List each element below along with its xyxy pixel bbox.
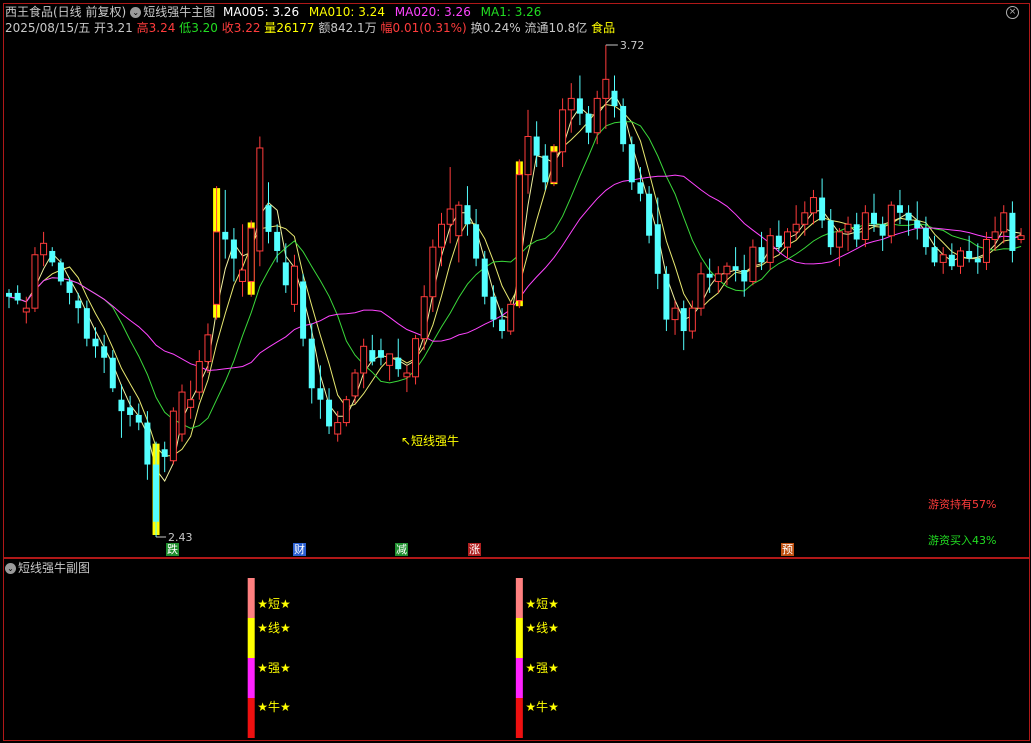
open-label: 开 (94, 21, 107, 35)
close-label: 收 (221, 21, 234, 35)
chevron-down-icon[interactable]: ⌄ (130, 7, 142, 18)
signal-segment (515, 698, 523, 738)
signal-label: ★牛★ (257, 699, 291, 714)
low-label: 低 (179, 21, 192, 35)
ma1-value: MA1: 3.26 (480, 5, 542, 19)
close-value: 3.22 (233, 21, 261, 35)
event-tag-up[interactable]: 涨 (468, 543, 481, 556)
low-value: 3.20 (191, 21, 218, 35)
float-cap-value: 流通10.8亿 (524, 21, 588, 35)
high-value: 3.24 (148, 21, 176, 35)
hot-money-hold: 游资持有57% (928, 498, 997, 511)
event-tag-forecast[interactable]: 预 (781, 543, 794, 556)
sub-chart-title[interactable]: 短线强牛副图 (18, 561, 90, 575)
signal-segment (247, 658, 255, 698)
open-value: 3.21 (106, 21, 133, 35)
turnover-value: 换0.24% (470, 21, 521, 35)
signal-label: ★短★ (525, 597, 559, 611)
ma005-value: MA005: 3.26 (223, 5, 300, 19)
header-line-2: 2025/08/15/五 开3.21 高3.24 低3.20 收3.22 量26… (5, 21, 615, 35)
signal-label: ★强★ (525, 661, 559, 675)
signal-label: ★线★ (257, 621, 291, 635)
signal-segment (515, 618, 523, 658)
stock-title[interactable]: 西王食品(日线 前复权) (5, 5, 126, 19)
sector-value[interactable]: 食品 (591, 21, 615, 35)
signal-label: ★线★ (525, 621, 559, 635)
signal-segment (515, 578, 523, 618)
signal-segment (247, 698, 255, 738)
event-tag-down[interactable]: 跌 (166, 543, 179, 556)
volume-label: 量 (264, 21, 277, 35)
hot-money-buy: 游资买入43% (928, 534, 997, 547)
signal-annotation: ↖短线强牛 (401, 434, 460, 448)
high-label: 高 (136, 21, 149, 35)
ma020-value: MA020: 3.26 (394, 5, 471, 19)
event-tag-finance[interactable]: 财 (293, 543, 306, 556)
close-icon[interactable]: × (1006, 6, 1019, 19)
signal-label: ★短★ (257, 597, 291, 611)
amount-value: 额842.1万 (318, 21, 377, 35)
change-label: 幅 (380, 21, 393, 35)
ma010-value: MA010: 3.24 (308, 5, 385, 19)
sub-chart-header: ⌄ 短线强牛副图 (5, 561, 90, 575)
chevron-down-icon[interactable]: ⌄ (5, 563, 16, 574)
indicator-name[interactable]: 短线强牛主图 (143, 5, 215, 19)
signal-label: ★强★ (257, 661, 291, 675)
volume-value: 26177 (276, 21, 315, 35)
header-line-1: 西王食品(日线 前复权) ⌄ 短线强牛主图 MA005: 3.26 MA010: 3… (5, 5, 541, 19)
event-tag-reduce[interactable]: 减 (395, 543, 408, 556)
signal-segment (247, 618, 255, 658)
bar-date: 2025/08/15/五 (5, 21, 91, 35)
change-value: 0.01(0.31%) (392, 21, 467, 35)
signal-segment (515, 658, 523, 698)
signal-label: ★牛★ (525, 699, 559, 714)
signal-subchart: ★短★ ★线★ ★强★ ★牛★ ★短★ ★线★ ★强★ ★牛★ (247, 578, 559, 738)
signal-segment (247, 578, 255, 618)
